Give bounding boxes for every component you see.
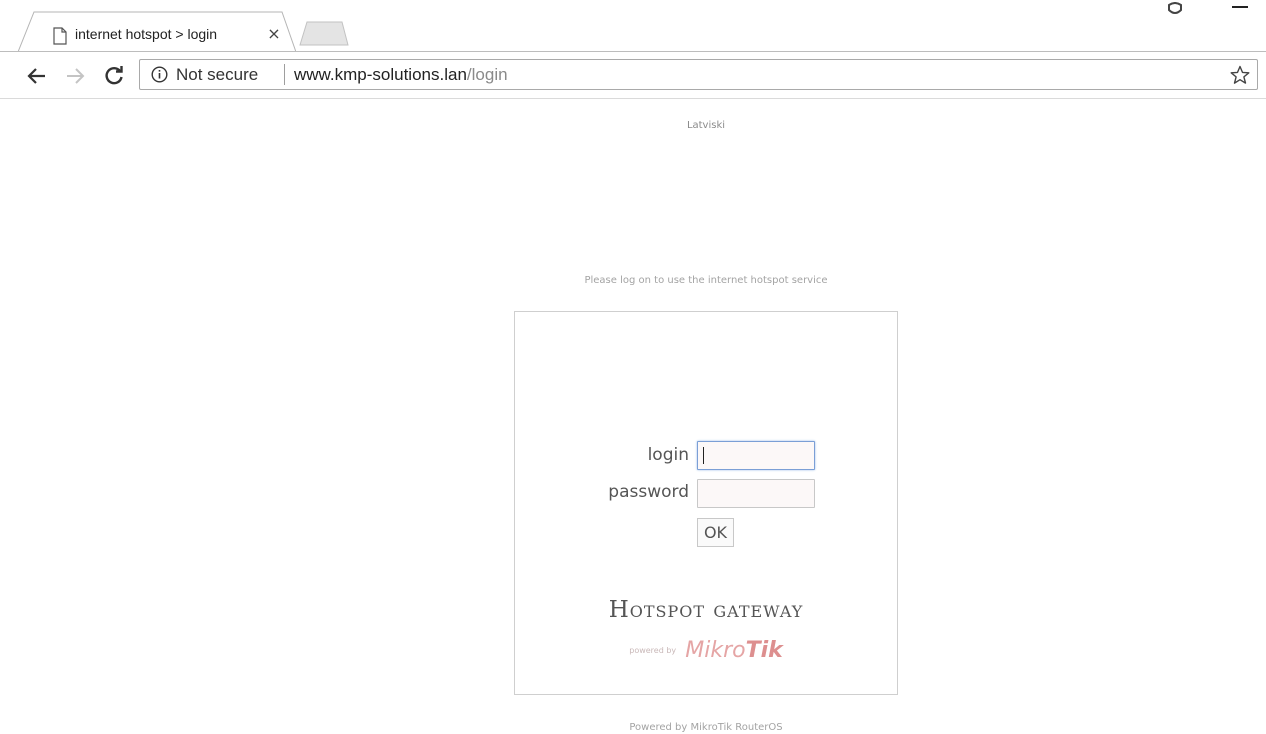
tab-close-icon[interactable]: × bbox=[263, 23, 285, 45]
security-status[interactable]: Not secure bbox=[176, 65, 258, 85]
password-label: password bbox=[608, 482, 689, 502]
address-bar[interactable]: Not secure www.kmp-solutions.lan/login bbox=[139, 59, 1258, 90]
minimize-button[interactable] bbox=[1232, 6, 1248, 8]
mikrotik-logo-light: Mikro bbox=[685, 638, 746, 663]
browser-toolbar: Not secure www.kmp-solutions.lan/login bbox=[0, 52, 1266, 99]
text-caret bbox=[703, 447, 704, 464]
language-link[interactable]: Latviski bbox=[0, 120, 1266, 131]
password-input[interactable] bbox=[697, 479, 815, 508]
browser-tab-active[interactable]: internet hotspot > login × bbox=[18, 11, 296, 52]
reload-icon[interactable] bbox=[103, 65, 125, 87]
info-icon[interactable] bbox=[151, 66, 168, 83]
arrow-right-icon[interactable] bbox=[64, 65, 86, 87]
url-path: /login bbox=[466, 65, 508, 84]
ok-button[interactable]: OK bbox=[697, 518, 734, 547]
new-tab-button[interactable] bbox=[298, 20, 350, 46]
omnibox-divider bbox=[284, 64, 285, 85]
arrow-left-icon[interactable] bbox=[26, 65, 48, 87]
mikrotik-logo-bold: Tik bbox=[745, 638, 783, 663]
login-input[interactable] bbox=[697, 441, 815, 470]
tab-strip: internet hotspot > login × bbox=[0, 0, 1266, 52]
url-text[interactable]: www.kmp-solutions.lan/login bbox=[294, 65, 508, 85]
tab-title: internet hotspot > login bbox=[75, 26, 218, 42]
page-icon bbox=[53, 27, 67, 45]
footer-text: Powered by MikroTik RouterOS bbox=[629, 722, 783, 733]
hotspot-gateway-title: Hotspot gateway bbox=[608, 597, 804, 623]
url-host: www.kmp-solutions.lan bbox=[294, 65, 467, 84]
login-label: login bbox=[647, 445, 689, 465]
star-icon[interactable] bbox=[1230, 65, 1250, 85]
login-notice: Please log on to use the internet hotspo… bbox=[584, 275, 828, 286]
profile-icon[interactable] bbox=[1166, 2, 1184, 16]
powered-by-text: powered by bbox=[629, 646, 677, 655]
powered-by-logo: powered by MikroTik bbox=[515, 638, 897, 663]
mikrotik-logo: MikroTik bbox=[685, 638, 783, 663]
login-panel: login password OK Hotspot gateway powere… bbox=[514, 311, 898, 695]
